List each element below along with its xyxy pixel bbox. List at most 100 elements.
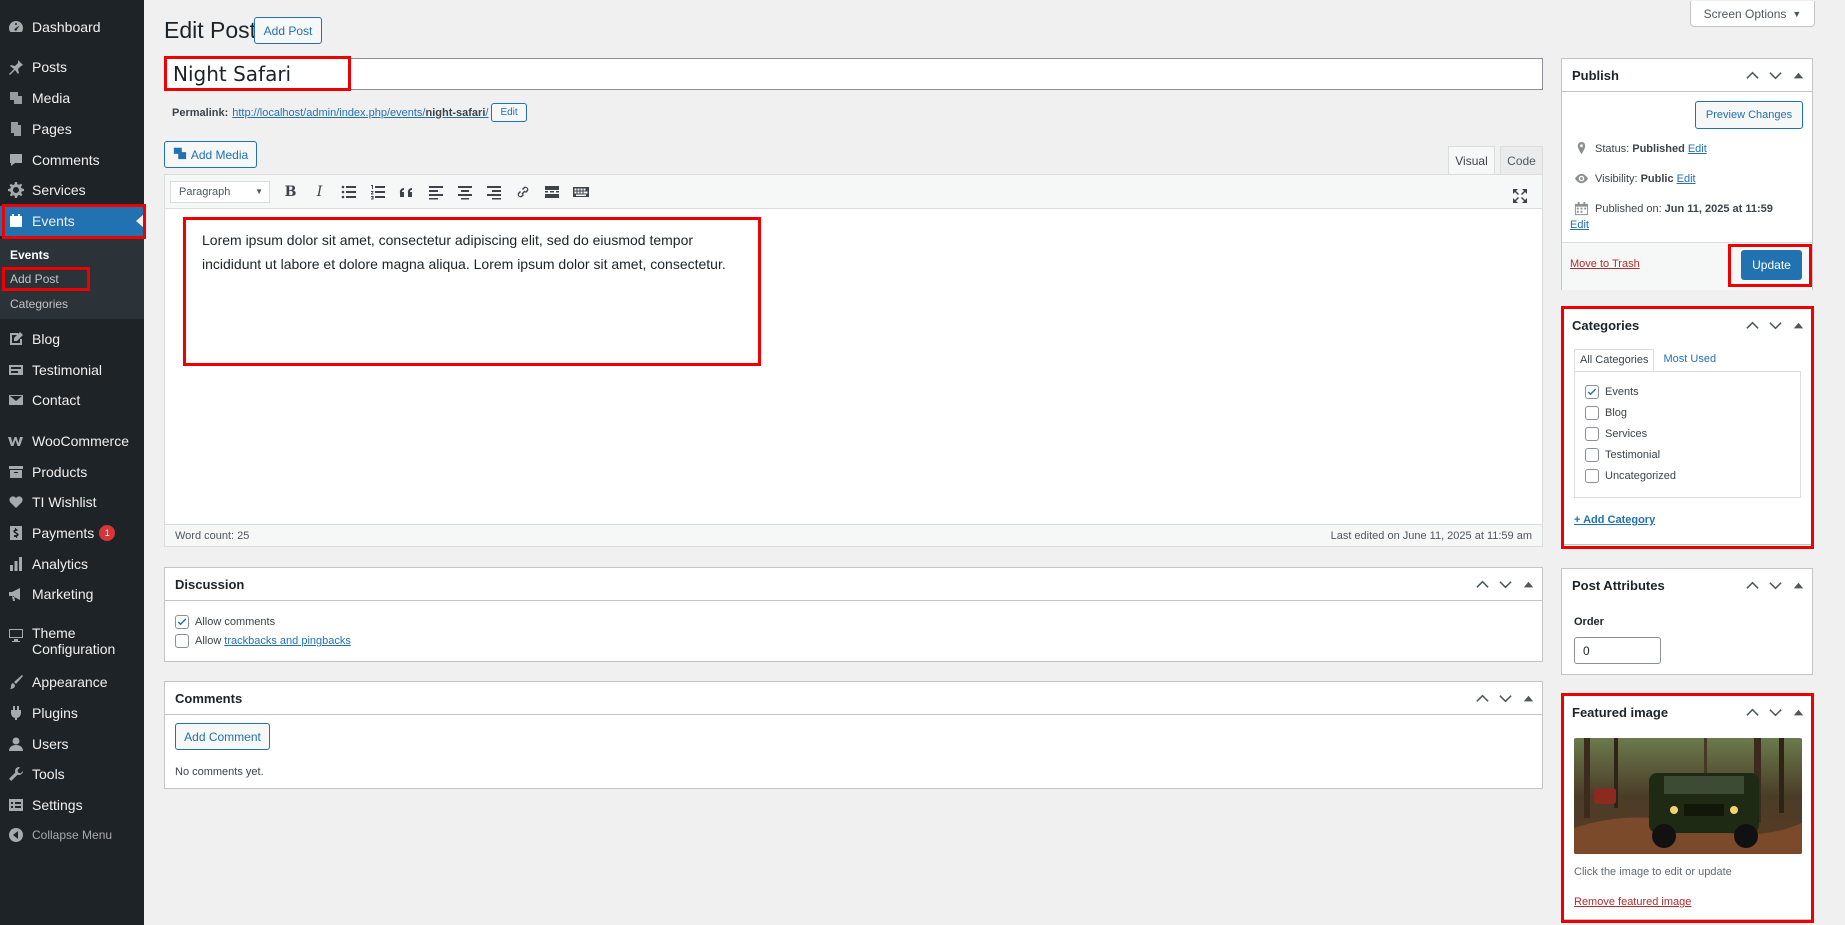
toggle-panel-icon[interactable] <box>1791 318 1806 333</box>
checkbox-unchecked[interactable] <box>1585 406 1599 420</box>
italic-button[interactable]: I <box>305 179 334 205</box>
toggle-panel-icon[interactable] <box>1521 577 1536 592</box>
sidebar-item-testimonial[interactable]: Testimonial <box>0 355 144 385</box>
toggle-panel-icon[interactable] <box>1791 578 1806 593</box>
move-up-icon[interactable] <box>1745 705 1760 720</box>
checkbox-checked[interactable] <box>1585 385 1599 399</box>
sidebar-item-payments[interactable]: Payments 1 <box>0 518 144 548</box>
move-to-trash-link[interactable]: Move to Trash <box>1570 258 1640 270</box>
settings-icon <box>0 797 32 813</box>
move-down-icon[interactable] <box>1768 68 1783 83</box>
edit-date-link[interactable]: Edit <box>1570 219 1589 231</box>
move-down-icon[interactable] <box>1498 691 1513 706</box>
tab-visual[interactable]: Visual <box>1448 146 1495 174</box>
move-up-icon[interactable] <box>1475 577 1490 592</box>
sidebar-item-marketing[interactable]: Marketing <box>0 579 144 609</box>
add-post-button[interactable]: Add Post <box>254 17 322 44</box>
submenu-item-categories[interactable]: Categories <box>10 297 68 311</box>
sidebar-item-label: Analytics <box>32 556 89 572</box>
sidebar-item-products[interactable]: Products <box>0 457 144 487</box>
align-left-button[interactable] <box>421 179 450 205</box>
remove-featured-image-link[interactable]: Remove featured image <box>1574 896 1691 908</box>
submenu-heading-events[interactable]: Events <box>10 248 49 262</box>
sidebar-item-dashboard[interactable]: Dashboard <box>0 12 144 42</box>
editor-content[interactable]: Lorem ipsum dolor sit amet, consectetur … <box>202 228 742 276</box>
checkbox-unchecked[interactable] <box>1585 448 1599 462</box>
checkbox-unchecked[interactable] <box>175 634 189 648</box>
edit-status-link[interactable]: Edit <box>1688 143 1707 155</box>
sidebar-item-comments[interactable]: Comments <box>0 145 144 175</box>
sidebar-item-services[interactable]: Services <box>0 175 144 205</box>
preview-changes-button[interactable]: Preview Changes <box>1695 101 1803 129</box>
fullscreen-button[interactable] <box>1505 183 1534 209</box>
sidebar-item-tools[interactable]: Tools <box>0 759 144 789</box>
read-more-button[interactable] <box>537 179 566 205</box>
category-uncategorized[interactable]: Uncategorized <box>1585 469 1676 483</box>
collapse-menu-button[interactable]: Collapse Menu <box>0 820 144 850</box>
sidebar-item-users[interactable]: Users <box>0 729 144 759</box>
move-up-icon[interactable] <box>1745 578 1760 593</box>
numbered-list-button[interactable] <box>363 179 392 205</box>
add-media-button[interactable]: Add Media <box>164 141 257 168</box>
sidebar-item-blog[interactable]: Blog <box>0 324 144 354</box>
order-input[interactable]: 0 <box>1574 637 1661 664</box>
move-up-icon[interactable] <box>1745 318 1760 333</box>
link-button[interactable] <box>508 179 537 205</box>
align-center-button[interactable] <box>450 179 479 205</box>
sidebar-item-label: Users <box>32 736 69 752</box>
allow-trackbacks-checkbox[interactable]: Allow trackbacks and pingbacks <box>175 634 351 648</box>
tab-most-used[interactable]: Most Used <box>1658 349 1721 371</box>
sidebar-item-label: Settings <box>32 797 83 813</box>
sidebar-item-contact[interactable]: Contact <box>0 385 144 415</box>
sidebar-item-settings[interactable]: Settings <box>0 790 144 820</box>
tab-code[interactable]: Code <box>1500 146 1543 174</box>
bullet-list-button[interactable] <box>334 179 363 205</box>
checkbox-unchecked[interactable] <box>1585 469 1599 483</box>
checkbox-checked[interactable] <box>175 615 189 629</box>
toggle-panel-icon[interactable] <box>1791 705 1806 720</box>
category-blog[interactable]: Blog <box>1585 406 1627 420</box>
move-down-icon[interactable] <box>1498 577 1513 592</box>
blockquote-button[interactable] <box>392 179 421 205</box>
permalink-link[interactable]: http://localhost/admin/index.php/events/… <box>232 107 488 119</box>
permalink-edit-button[interactable]: Edit <box>491 103 527 122</box>
toolbar-toggle-button[interactable] <box>566 179 595 205</box>
add-comment-button[interactable]: Add Comment <box>175 723 270 750</box>
sidebar-item-media[interactable]: Media <box>0 83 144 113</box>
submenu-item-add-post[interactable]: Add Post <box>10 272 59 286</box>
trackbacks-link[interactable]: trackbacks and pingbacks <box>224 635 351 647</box>
sidebar-item-events[interactable]: Events <box>0 206 144 236</box>
move-up-icon[interactable] <box>1475 691 1490 706</box>
toggle-panel-icon[interactable] <box>1521 691 1536 706</box>
sidebar-item-appearance[interactable]: Appearance <box>0 667 144 697</box>
category-testimonial[interactable]: Testimonial <box>1585 448 1660 462</box>
allow-comments-checkbox[interactable]: Allow comments <box>175 615 275 629</box>
sidebar-item-theme-configuration[interactable]: Theme Configuration <box>0 625 144 661</box>
sidebar-item-plugins[interactable]: Plugins <box>0 698 144 728</box>
toggle-panel-icon[interactable] <box>1791 68 1806 83</box>
post-title-input[interactable]: Night Safari <box>164 58 1543 90</box>
sidebar-item-woocommerce[interactable]: WooCommerce <box>0 426 144 456</box>
bold-button[interactable]: B <box>276 179 305 205</box>
move-up-icon[interactable] <box>1745 68 1760 83</box>
sidebar-item-pages[interactable]: Pages <box>0 114 144 144</box>
sidebar-item-label: Posts <box>32 59 68 75</box>
numbered-list-icon <box>370 184 385 199</box>
align-right-button[interactable] <box>479 179 508 205</box>
add-category-link[interactable]: + Add Category <box>1574 514 1655 526</box>
edit-visibility-link[interactable]: Edit <box>1677 173 1696 185</box>
sidebar-item-analytics[interactable]: Analytics <box>0 549 144 579</box>
featured-image-thumbnail[interactable] <box>1574 738 1802 854</box>
tab-all-categories[interactable]: All Categories <box>1574 349 1655 371</box>
move-down-icon[interactable] <box>1768 705 1783 720</box>
move-down-icon[interactable] <box>1768 318 1783 333</box>
sidebar-item-ti-wishlist[interactable]: TI Wishlist <box>0 487 144 517</box>
format-select[interactable]: Paragraph ▼ <box>170 180 270 203</box>
category-services[interactable]: Services <box>1585 427 1647 441</box>
category-events[interactable]: Events <box>1585 385 1639 399</box>
move-down-icon[interactable] <box>1768 578 1783 593</box>
screen-options-button[interactable]: Screen Options ▼ <box>1690 1 1815 27</box>
sidebar-item-posts[interactable]: Posts <box>0 52 144 82</box>
checkbox-unchecked[interactable] <box>1585 427 1599 441</box>
update-button[interactable]: Update <box>1741 250 1802 280</box>
